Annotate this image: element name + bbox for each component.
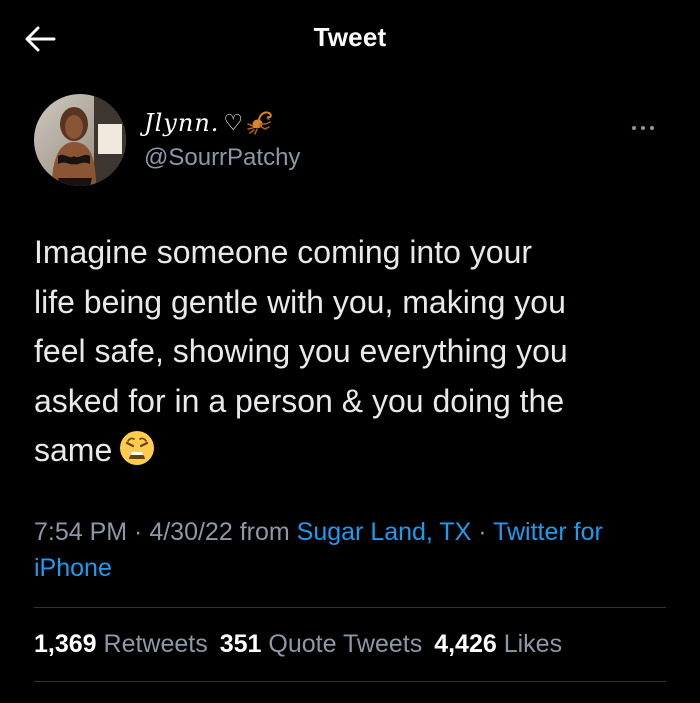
avatar[interactable] [34, 94, 126, 186]
likes-stat[interactable]: 4,426 Likes [434, 624, 562, 664]
tweet-date[interactable]: 4/30/22 [149, 518, 232, 546]
quote-tweets-stat[interactable]: 351 Quote Tweets [220, 624, 422, 664]
meta-separator: · [471, 518, 494, 546]
more-button[interactable] [628, 118, 658, 138]
retweets-count: 1,369 [34, 630, 97, 658]
tweet-metadata: 7:54 PM · 4/30/22 from Sugar Land, TX · … [34, 514, 674, 586]
location-link[interactable]: Sugar Land, TX [297, 518, 472, 546]
tweet-time[interactable]: 7:54 PM [34, 518, 127, 546]
avatar-image [34, 94, 126, 186]
weary-face-emoji-icon [118, 429, 156, 467]
more-horizontal-icon [632, 126, 654, 130]
quote-tweets-label: Quote Tweets [268, 630, 423, 658]
tweet-author: Jlynn. ♡ @SourrPatchy [34, 94, 666, 194]
display-name[interactable]: Jlynn. ♡ [144, 108, 275, 138]
heart-symbol: ♡ [223, 110, 244, 136]
user-handle[interactable]: @SourrPatchy [144, 144, 300, 172]
retweets-stat[interactable]: 1,369 Retweets [34, 624, 208, 664]
likes-label: Likes [503, 630, 563, 658]
engagement-stats: 1,369 Retweets 351 Quote Tweets 4,426 Li… [34, 624, 674, 664]
divider [34, 607, 666, 608]
display-name-text: Jlynn. [144, 109, 220, 137]
scorpion-emoji-icon [245, 108, 275, 138]
meta-separator: · [127, 518, 150, 546]
divider [34, 681, 666, 682]
tweet-body: Imagine someone coming into your life be… [34, 228, 674, 476]
likes-count: 4,426 [434, 630, 497, 658]
quote-tweets-count: 351 [219, 630, 262, 658]
page-title: Tweet [313, 22, 387, 52]
top-bar: Tweet [0, 0, 700, 78]
tweet-text: Imagine someone coming into your life be… [34, 234, 568, 468]
retweets-label: Retweets [103, 630, 208, 658]
meta-from: from [232, 518, 297, 546]
